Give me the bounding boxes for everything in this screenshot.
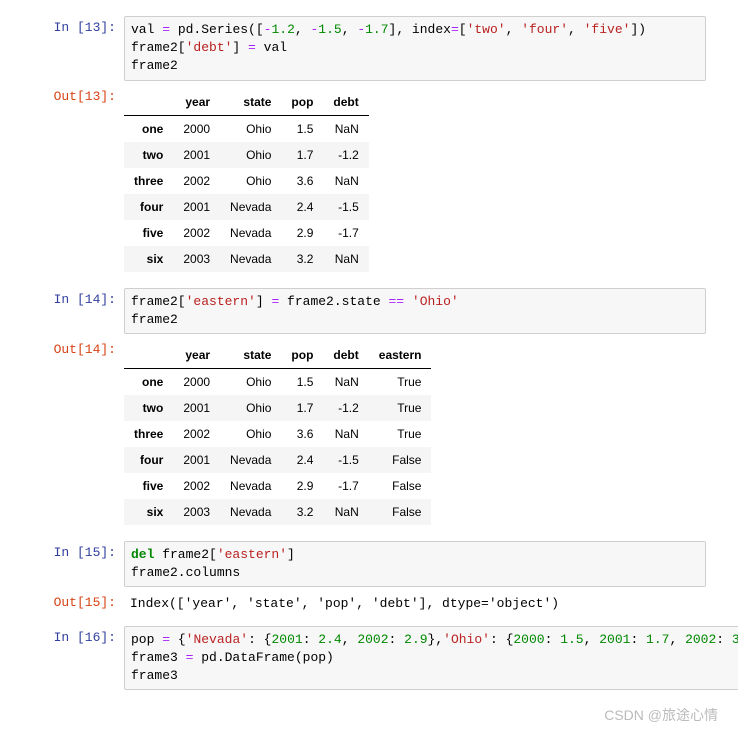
cell-14-input: In [14]: frame2['eastern'] = frame2.stat… bbox=[32, 288, 706, 334]
cell-16-input: In [16]: pop = {'Nevada': {2001: 2.4, 20… bbox=[32, 626, 706, 691]
dataframe-table-14: yearstatepopdebteasternone2000Ohio1.5NaN… bbox=[124, 342, 431, 525]
code-input-14[interactable]: frame2['eastern'] = frame2.state == 'Ohi… bbox=[124, 288, 706, 334]
dataframe-13: yearstatepopdebtone2000Ohio1.5NaNtwo2001… bbox=[124, 85, 706, 284]
code-input-13[interactable]: val = pd.Series([-1.2, -1.5, -1.7], inde… bbox=[124, 16, 706, 81]
code-input-16[interactable]: pop = {'Nevada': {2001: 2.4, 2002: 2.9},… bbox=[124, 626, 738, 691]
dataframe-table-13: yearstatepopdebtone2000Ohio1.5NaNtwo2001… bbox=[124, 89, 369, 272]
code-input-15[interactable]: del frame2['eastern'] frame2.columns bbox=[124, 541, 706, 587]
cell-15-output: Out[15]: Index(['year', 'state', 'pop', … bbox=[32, 591, 706, 617]
in-prompt-14: In [14]: bbox=[32, 288, 124, 307]
out-prompt-14: Out[14]: bbox=[32, 338, 124, 357]
text-output-15: Index(['year', 'state', 'pop', 'debt'], … bbox=[124, 591, 706, 617]
in-prompt-16: In [16]: bbox=[32, 626, 124, 645]
dataframe-14: yearstatepopdebteasternone2000Ohio1.5NaN… bbox=[124, 338, 706, 537]
watermark: CSDN @旅途心情 bbox=[604, 705, 718, 725]
cell-13-input: In [13]: val = pd.Series([-1.2, -1.5, -1… bbox=[32, 16, 706, 81]
cell-14-output: Out[14]: yearstatepopdebteasternone2000O… bbox=[32, 338, 706, 537]
cell-15-input: In [15]: del frame2['eastern'] frame2.co… bbox=[32, 541, 706, 587]
cell-13-output: Out[13]: yearstatepopdebtone2000Ohio1.5N… bbox=[32, 85, 706, 284]
out-prompt-13: Out[13]: bbox=[32, 85, 124, 104]
in-prompt-15: In [15]: bbox=[32, 541, 124, 560]
in-prompt-13: In [13]: bbox=[32, 16, 124, 35]
out-prompt-15: Out[15]: bbox=[32, 591, 124, 610]
